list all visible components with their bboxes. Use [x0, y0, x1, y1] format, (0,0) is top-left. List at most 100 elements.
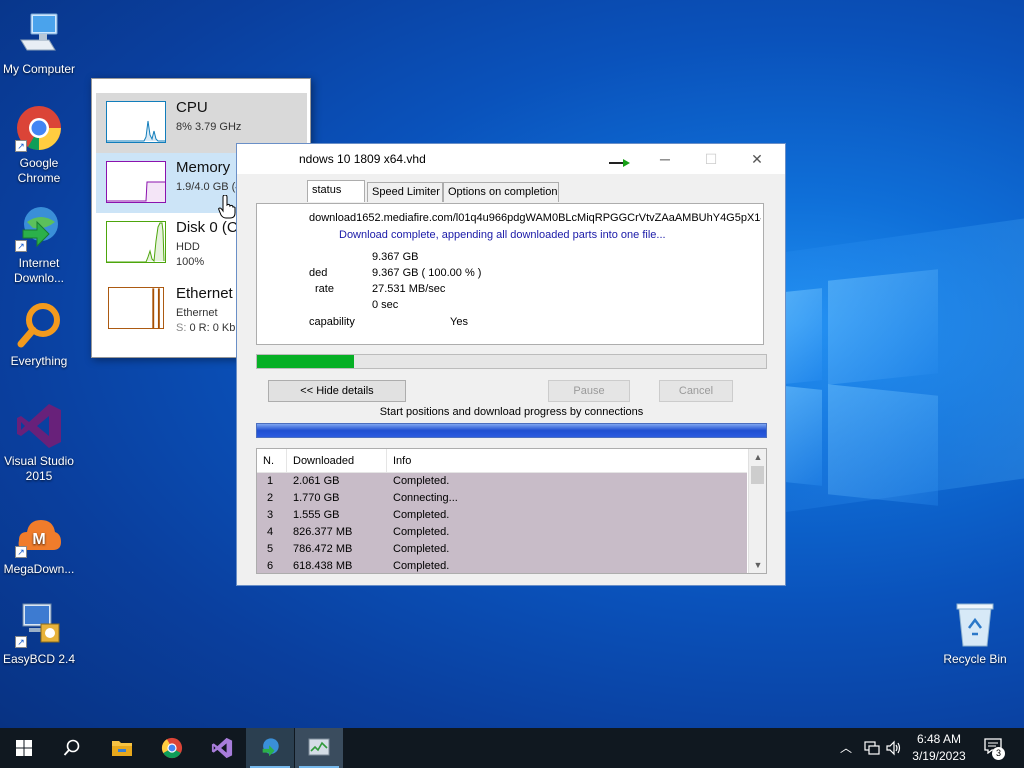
computer-icon: [15, 10, 63, 58]
scroll-up-arrow-icon[interactable]: ▲: [749, 449, 766, 465]
desktop-icon-label: Google Chrome: [17, 156, 61, 185]
table-header: N. Downloaded Info: [257, 449, 747, 473]
download-progress-fill: [257, 355, 354, 368]
desktop-icon-label: Internet Downlo...: [13, 256, 65, 285]
tab-options-on-completion[interactable]: Options on completion: [443, 182, 559, 202]
download-progress-bar: [256, 354, 767, 369]
file-explorer-icon: [112, 741, 132, 756]
scroll-down-arrow-icon[interactable]: ▼: [749, 557, 766, 573]
row-info: Completed.: [393, 543, 450, 555]
row-downloaded: 786.472 MB: [293, 543, 353, 555]
svg-text:M: M: [32, 531, 45, 548]
visual-studio-icon: [211, 737, 233, 759]
disk-graph: [106, 221, 166, 263]
maximize-button[interactable]: ☐: [701, 150, 721, 168]
desktop-icon-google-chrome[interactable]: ↗ Google Chrome: [0, 104, 78, 186]
perf-ethernet-title: Ethernet: [176, 285, 233, 302]
clock-date: 3/19/2023: [912, 749, 966, 763]
memory-graph: [106, 161, 166, 203]
downloaded-value: 9.367 GB ( 100.00 % ): [372, 267, 482, 279]
table-row[interactable]: 6 618.438 MB Completed.: [257, 558, 747, 573]
table-row[interactable]: 5 786.472 MB Completed.: [257, 541, 747, 558]
connections-progress-bar: [256, 423, 767, 438]
idm-title-bar[interactable]: ndows 10 1809 x64.vhd ─ ☐ ✕: [237, 144, 785, 174]
desktop-icon-label: Visual Studio 2015: [4, 454, 74, 483]
idm-status-panel: download1652.mediafire.com/l01q4u966pdgW…: [256, 203, 764, 345]
everything-icon: [15, 302, 63, 350]
desktop-icon-everything[interactable]: Everything: [0, 302, 78, 369]
row-downloaded: 826.377 MB: [293, 526, 353, 538]
task-manager-icon: [308, 738, 330, 756]
notification-count-badge: 3: [992, 747, 1005, 760]
table-row[interactable]: 1 2.061 GB Completed.: [257, 473, 747, 490]
desktop-icon-internet-download-manager[interactable]: ↗ Internet Downlo...: [0, 204, 78, 286]
recycle-bin-icon: [951, 600, 999, 648]
resume-capability-value: Yes: [450, 316, 468, 328]
tab-status[interactable]: status: [307, 180, 365, 202]
row-info: Completed.: [393, 509, 450, 521]
desktop-icon-visual-studio[interactable]: Visual Studio 2015: [0, 402, 78, 484]
minimize-button[interactable]: ─: [655, 150, 675, 168]
chrome-icon: [161, 737, 183, 759]
start-button[interactable]: [0, 728, 48, 768]
action-center-button[interactable]: 3: [980, 736, 1008, 760]
tab-speed-limiter[interactable]: Speed Limiter: [367, 182, 443, 202]
idm-window-title: ndows 10 1809 x64.vhd: [299, 152, 426, 166]
taskbar-internet-download-manager[interactable]: [246, 728, 294, 768]
taskbar-visual-studio[interactable]: [198, 728, 246, 768]
volume-icon[interactable]: [886, 740, 902, 756]
download-url: download1652.mediafire.com/l01q4u966pdgW…: [309, 212, 761, 224]
taskbar-file-explorer[interactable]: [98, 728, 146, 768]
idm-icon: ↗: [15, 204, 63, 252]
perf-cpu-title: CPU: [176, 99, 208, 116]
taskbar-chrome[interactable]: [148, 728, 196, 768]
taskbar-clock[interactable]: 6:48 AM 3/19/2023: [904, 731, 974, 765]
connections-table: N. Downloaded Info 1 2.061 GB Completed.…: [256, 448, 767, 574]
search-button[interactable]: [48, 728, 96, 768]
desktop-icon-recycle-bin[interactable]: Recycle Bin: [936, 600, 1014, 667]
desktop-icon-my-computer[interactable]: My Computer: [0, 10, 78, 77]
taskbar-task-manager[interactable]: [295, 728, 343, 768]
time-left-value: 0 sec: [372, 299, 399, 311]
perf-disk-usage: 100%: [176, 256, 205, 268]
show-hidden-icons-chevron-icon[interactable]: ︿: [838, 739, 854, 756]
network-icon[interactable]: [864, 740, 880, 756]
table-row[interactable]: 4 826.377 MB Completed.: [257, 524, 747, 541]
column-header-info[interactable]: Info: [387, 449, 747, 473]
desktop-icon-label: EasyBCD 2.4: [2, 652, 76, 666]
shortcut-arrow-icon: ↗: [15, 546, 27, 558]
idm-icon: [262, 738, 279, 757]
table-row[interactable]: 3 1.555 GB Completed.: [257, 507, 747, 524]
desktop-icon-easybcd[interactable]: ↗ EasyBCD 2.4: [0, 600, 78, 667]
taskbar: ︿ 6:48 AM 3/19/2023 3: [0, 728, 1024, 768]
close-button[interactable]: ✕: [747, 150, 767, 168]
download-status-message: Download complete, appending all downloa…: [339, 229, 666, 241]
mega-icon: M ↗: [15, 510, 63, 558]
cancel-button[interactable]: Cancel: [659, 380, 733, 402]
ethernet-graph: [106, 287, 166, 329]
search-icon: [63, 739, 80, 756]
field-label: ded: [309, 267, 328, 279]
column-header-number[interactable]: N.: [257, 449, 287, 473]
row-number: 4: [267, 526, 274, 538]
desktop-icon-label: Recycle Bin: [943, 652, 1007, 666]
row-number: 5: [267, 543, 274, 555]
column-header-downloaded[interactable]: Downloaded: [287, 449, 387, 473]
row-info: Connecting...: [393, 492, 458, 504]
scrollbar-thumb[interactable]: [751, 466, 764, 484]
shortcut-arrow-icon: ↗: [15, 240, 27, 252]
field-label: capability: [309, 316, 355, 328]
field-label: rate: [315, 283, 334, 295]
desktop-icon-megadownloader[interactable]: M ↗ MegaDown...: [0, 510, 78, 577]
hide-details-button[interactable]: << Hide details: [268, 380, 406, 402]
chrome-icon: ↗: [15, 104, 63, 152]
table-scrollbar[interactable]: ▲ ▼: [748, 449, 766, 573]
row-number: 1: [267, 475, 274, 487]
desktop-icon-label: Everything: [10, 354, 68, 368]
row-downloaded: 2.061 GB: [293, 475, 340, 487]
start-icon: [16, 740, 32, 756]
perf-disk-type: HDD: [176, 241, 200, 253]
easybcd-icon: ↗: [15, 600, 63, 648]
pause-button[interactable]: Pause: [548, 380, 630, 402]
table-row[interactable]: 2 1.770 GB Connecting...: [257, 490, 747, 507]
